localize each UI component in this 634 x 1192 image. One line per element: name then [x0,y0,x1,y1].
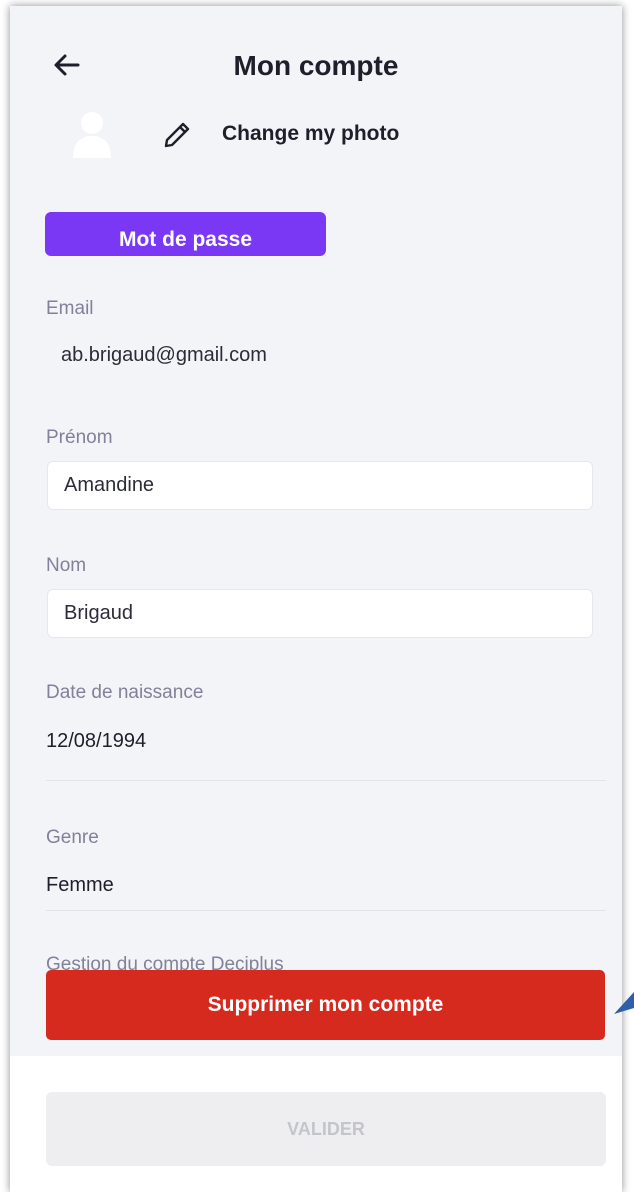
password-button[interactable]: Mot de passe [45,212,326,256]
last-name-input[interactable]: Brigaud [47,589,593,638]
first-name-label: Prénom [46,427,113,448]
mobile-screen: Mon compte Change my photo Mot de passe … [10,6,622,1192]
last-name-label: Nom [46,555,87,576]
first-name-input[interactable]: Amandine [47,461,593,510]
delete-account-button[interactable]: Supprimer mon compte [46,970,605,1040]
validate-button[interactable]: VALIDER [46,1092,606,1166]
birthdate-value[interactable]: 12/08/1994 [46,730,146,753]
arrow-pointer-icon [614,992,634,1014]
pencil-icon[interactable] [162,120,192,150]
avatar-icon[interactable] [72,110,112,158]
gender-label: Genre [46,827,99,848]
birthdate-divider [46,780,606,781]
change-photo-link[interactable]: Change my photo [222,122,399,146]
birthdate-label: Date de naissance [46,682,204,703]
page-title: Mon compte [233,50,399,81]
gender-value[interactable]: Femme [46,874,114,897]
email-label: Email [46,298,94,319]
gender-divider [46,910,606,911]
email-value: ab.brigaud@gmail.com [61,344,267,366]
